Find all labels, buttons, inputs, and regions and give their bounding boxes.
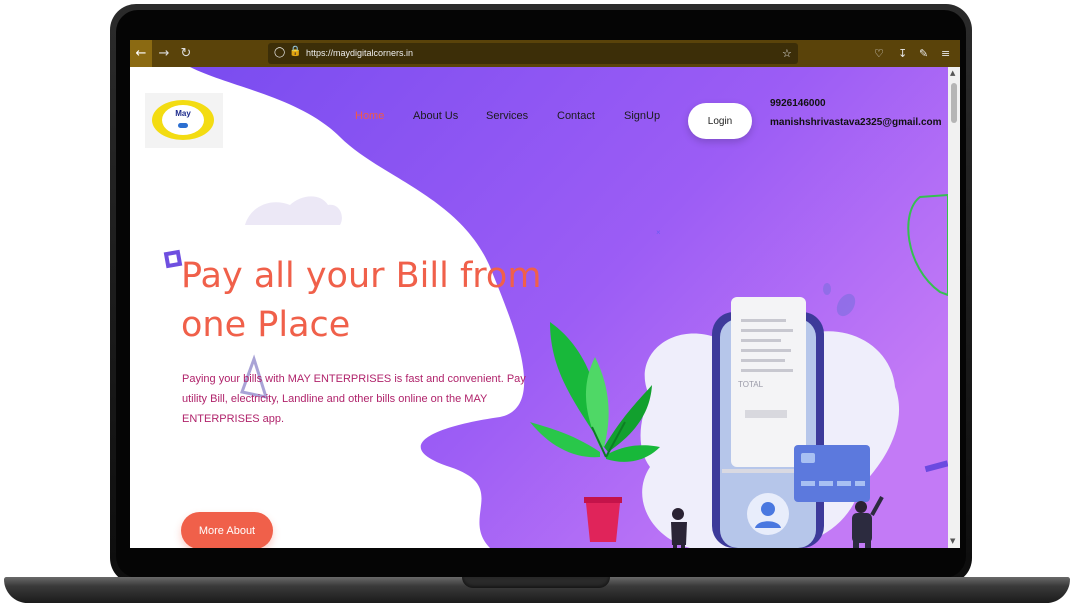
menu-icon[interactable]: ≡ <box>941 40 950 67</box>
laptop-notch <box>462 577 610 588</box>
browser-screen: ← → ↻ ◯ 🔒 https://maydigitalcorners.in ☆… <box>130 40 960 548</box>
arrow-right-icon[interactable]: → <box>154 40 174 67</box>
extensions-icon[interactable]: ✎ <box>919 40 928 67</box>
receipt-total-label: TOTAL <box>738 380 764 389</box>
more-about-button[interactable]: More About <box>181 512 273 548</box>
scroll-up-icon[interactable]: ▲ <box>950 69 955 77</box>
scroll-down-icon[interactable]: ▼ <box>950 537 955 545</box>
hero-description: Paying your bills with MAY ENTERPRISES i… <box>182 373 526 425</box>
web-page: May Home About Us Services Contact SignU… <box>130 67 948 548</box>
download-icon[interactable]: ↧ <box>898 40 907 67</box>
scroll-thumb[interactable] <box>951 83 957 123</box>
lock-icon: 🔒 <box>289 46 302 57</box>
star-icon[interactable]: ☆ <box>782 40 792 67</box>
address-bar[interactable]: ◯ 🔒 https://maydigitalcorners.in <box>268 43 798 64</box>
browser-toolbar: ← → ↻ ◯ 🔒 https://maydigitalcorners.in ☆… <box>130 40 960 67</box>
shield-icon: ◯ <box>274 47 286 58</box>
pocket-icon[interactable]: ♡ <box>874 40 884 67</box>
svg-text:×: × <box>656 228 661 237</box>
page-scrollbar[interactable]: ▲ ▼ <box>948 67 960 548</box>
arrow-left-icon[interactable]: ← <box>130 40 152 67</box>
url-text: https://maydigitalcorners.in <box>306 48 414 58</box>
hero-title: Pay all your Bill from one Place <box>181 256 542 345</box>
reload-icon[interactable]: ↻ <box>176 40 196 67</box>
